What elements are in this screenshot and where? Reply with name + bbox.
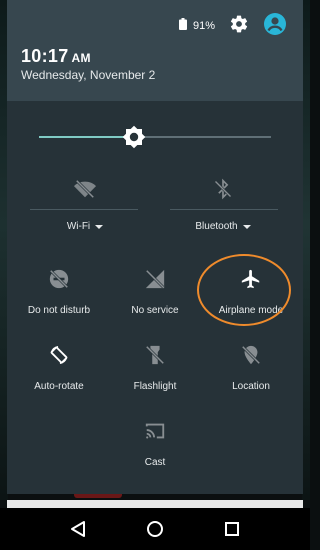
do-not-disturb-icon: [46, 266, 72, 292]
home-icon[interactable]: [135, 509, 175, 549]
highlight-circle: [197, 254, 291, 326]
location-off-icon: [238, 342, 264, 368]
tile-wifi[interactable]: [30, 176, 140, 202]
chevron-down-icon: [95, 224, 104, 229]
quick-settings-panel: 91% 10:17 AM Wednesday, November 2 Wi-Fi…: [7, 0, 303, 494]
tile-label: Flashlight: [133, 381, 177, 392]
account-icon[interactable]: [263, 12, 287, 41]
notification-strip: [7, 500, 303, 508]
clock-ampm: AM: [71, 51, 91, 65]
date: Wednesday, November 2: [21, 68, 156, 82]
brightness-fill: [39, 136, 135, 138]
wifi-off-icon: [72, 176, 98, 202]
no-service-icon: [142, 266, 168, 292]
recents-icon[interactable]: [212, 509, 252, 549]
tile-label: Cast: [144, 457, 166, 468]
settings-gear-icon[interactable]: [229, 14, 249, 39]
chevron-down-icon: [242, 224, 251, 229]
quick-settings-header: 91% 10:17 AM Wednesday, November 2: [7, 0, 303, 101]
bluetooth-label-text: Bluetooth: [195, 221, 238, 232]
battery-icon: [178, 17, 187, 35]
tile-location[interactable]: Location: [207, 342, 295, 392]
flashlight-icon: [142, 342, 168, 368]
tile-label: No service: [131, 305, 179, 316]
brightness-track[interactable]: [39, 136, 271, 138]
tile-auto-rotate[interactable]: Auto-rotate: [15, 342, 103, 392]
tile-flashlight[interactable]: Flashlight: [111, 342, 199, 392]
auto-rotate-icon: [46, 342, 72, 368]
tile-label: Location: [232, 381, 270, 392]
wifi-label-row[interactable]: Wi-Fi: [30, 221, 140, 232]
wifi-divider: [30, 209, 138, 210]
cast-icon: [142, 418, 168, 444]
battery-indicator: 91%: [178, 17, 215, 35]
tile-cast[interactable]: Cast: [111, 418, 199, 468]
status-row: 91%: [178, 12, 287, 41]
bluetooth-divider: [170, 209, 278, 210]
clock-time: 10:17: [21, 46, 69, 66]
brightness-thumb-icon[interactable]: [122, 125, 146, 149]
tile-bluetooth[interactable]: [168, 176, 278, 202]
bluetooth-off-icon: [210, 176, 236, 202]
navigation-bar: [0, 508, 310, 550]
bluetooth-label-row[interactable]: Bluetooth: [168, 221, 278, 232]
back-icon[interactable]: [58, 509, 98, 549]
brightness-slider[interactable]: [7, 101, 303, 171]
battery-percent: 91%: [192, 20, 215, 32]
tile-label: Auto-rotate: [34, 381, 84, 392]
wifi-label-text: Wi-Fi: [66, 221, 91, 232]
wifi-label[interactable]: Wi-Fi: [66, 221, 104, 232]
wallpaper-right-edge: [302, 0, 310, 500]
clock: 10:17 AM: [21, 46, 91, 67]
tile-no-service[interactable]: No service: [111, 266, 199, 316]
bluetooth-label[interactable]: Bluetooth: [195, 221, 251, 232]
tile-label: Do not disturb: [27, 305, 91, 316]
tile-do-not-disturb[interactable]: Do not disturb: [15, 266, 103, 316]
